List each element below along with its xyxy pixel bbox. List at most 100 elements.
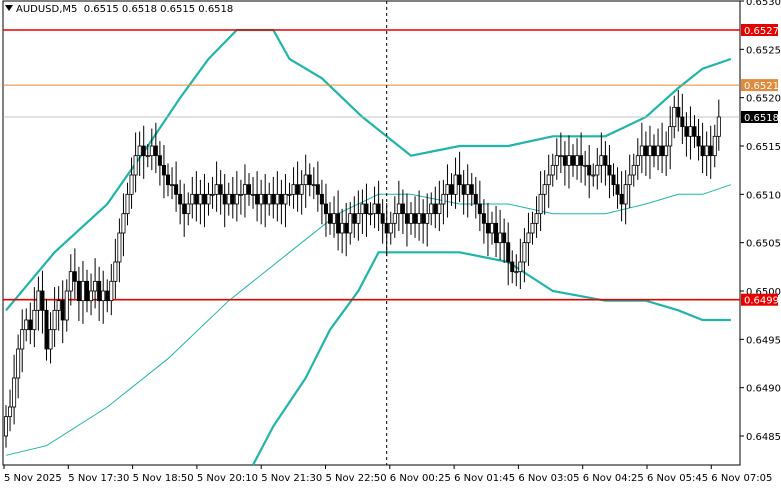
candle-body [652, 145, 657, 157]
y-tick-label: 0.6495 [746, 335, 781, 346]
candle-body [28, 319, 33, 331]
candle-body [344, 222, 349, 234]
candle-body [117, 232, 122, 263]
candle-body [97, 280, 102, 302]
candle-body [571, 155, 576, 166]
candle-body [688, 126, 693, 137]
candle-body [587, 164, 592, 176]
candle-body [623, 184, 628, 205]
candle-body [595, 164, 600, 176]
candle-body [619, 193, 624, 205]
candle-body [311, 184, 316, 187]
price-chart[interactable]: 0.6530 0.6525 0.6520 0.6515 0.6510 0.6505 0.65… [0, 0, 781, 489]
y-tick-label: 0.6510 [746, 190, 781, 201]
candle-body [32, 309, 37, 331]
x-tick-label: 5 Nov 21:30 [261, 473, 322, 484]
candle-body [222, 193, 227, 205]
candle-body [56, 300, 61, 311]
candle-body [303, 174, 308, 186]
x-tick-label: 5 Nov 2025 [4, 473, 62, 484]
y-tick-label: 0.6515 [746, 142, 781, 153]
chart-canvas[interactable]: 0.6530 0.6525 0.6520 0.6515 0.6510 0.6505 0.65… [0, 0, 781, 489]
candle-body [332, 213, 337, 224]
candle-body [518, 261, 523, 273]
x-tick-label: 6 Nov 01:45 [454, 473, 515, 484]
candle-body [457, 174, 462, 186]
candle-body [271, 193, 276, 205]
y-tick-label: 0.6505 [746, 239, 781, 250]
candle-body [72, 271, 77, 282]
candle-body [190, 193, 195, 205]
candle-body [477, 203, 482, 215]
x-tick-label: 6 Nov 07:05 [711, 473, 772, 484]
x-tick-label: 6 Nov 03:05 [518, 473, 579, 484]
candle-body [676, 106, 681, 118]
candle-body [202, 193, 207, 205]
candle-body [60, 300, 65, 321]
candle-body [615, 184, 620, 195]
candle-body [461, 184, 466, 195]
candle-body [80, 280, 85, 302]
candle-body [566, 155, 571, 166]
candle-body [246, 184, 251, 195]
candle-body [425, 213, 430, 224]
candle-body [469, 184, 474, 195]
candle-body [716, 116, 721, 137]
x-tick-label: 5 Nov 18:50 [133, 473, 194, 484]
candle-body [558, 155, 563, 158]
candle-body [230, 193, 235, 205]
candle-body [356, 213, 361, 224]
candle-body [384, 222, 389, 234]
candle-body [506, 242, 511, 263]
candle-body [441, 193, 446, 205]
candle-body [656, 145, 661, 157]
candle-body [534, 213, 539, 224]
y-tick-label: 0.6525 [746, 45, 781, 56]
candle-body [275, 193, 280, 205]
candle-body [494, 222, 499, 244]
candle-body [206, 193, 211, 205]
candle-body [161, 164, 166, 176]
candle-body [251, 193, 256, 196]
candle-body [538, 193, 543, 215]
x-tick-label: 5 Nov 20:10 [197, 473, 258, 484]
level-price-label: 0.6521 [744, 81, 779, 92]
candle-body [234, 193, 239, 205]
collapse-triangle-icon[interactable] [5, 5, 13, 11]
candle-body [16, 348, 21, 379]
candle-body [465, 184, 470, 195]
candle-body [700, 145, 705, 157]
candle-body [591, 174, 596, 177]
candle-body [413, 213, 418, 224]
x-tick-label: 6 Nov 05:45 [647, 473, 708, 484]
candle-body [372, 203, 377, 215]
candle-body [186, 203, 191, 215]
candle-body [198, 193, 203, 205]
candle-body [643, 145, 648, 157]
chart-header: AUDUSD,M5 0.6515 0.6518 0.6515 0.6518 [5, 4, 233, 15]
candle-body [68, 271, 73, 292]
candle-body [52, 309, 57, 331]
candle-body [76, 280, 81, 302]
candle-body [684, 126, 689, 137]
level-price-label: 0.6527 [744, 26, 779, 37]
y-tick-label: 0.6490 [746, 384, 781, 395]
candle-body [712, 135, 717, 157]
candle-body [668, 126, 673, 147]
candle-body [708, 145, 713, 157]
candle-body [360, 203, 365, 215]
candle-body [340, 222, 345, 234]
candle-body [85, 280, 90, 302]
candle-body [291, 184, 296, 195]
y-tick-label: 0.6485 [746, 432, 781, 443]
candle-body [526, 232, 531, 244]
bollinger-middle [5, 184, 732, 456]
candle-body [352, 213, 357, 224]
plot-frame [2, 0, 741, 466]
candle-body [627, 174, 632, 186]
candle-body [145, 155, 150, 158]
candle-body [639, 145, 644, 157]
y-tick-label: 0.6530 [746, 0, 781, 8]
candle-body [485, 222, 490, 234]
candle-body [599, 155, 604, 166]
